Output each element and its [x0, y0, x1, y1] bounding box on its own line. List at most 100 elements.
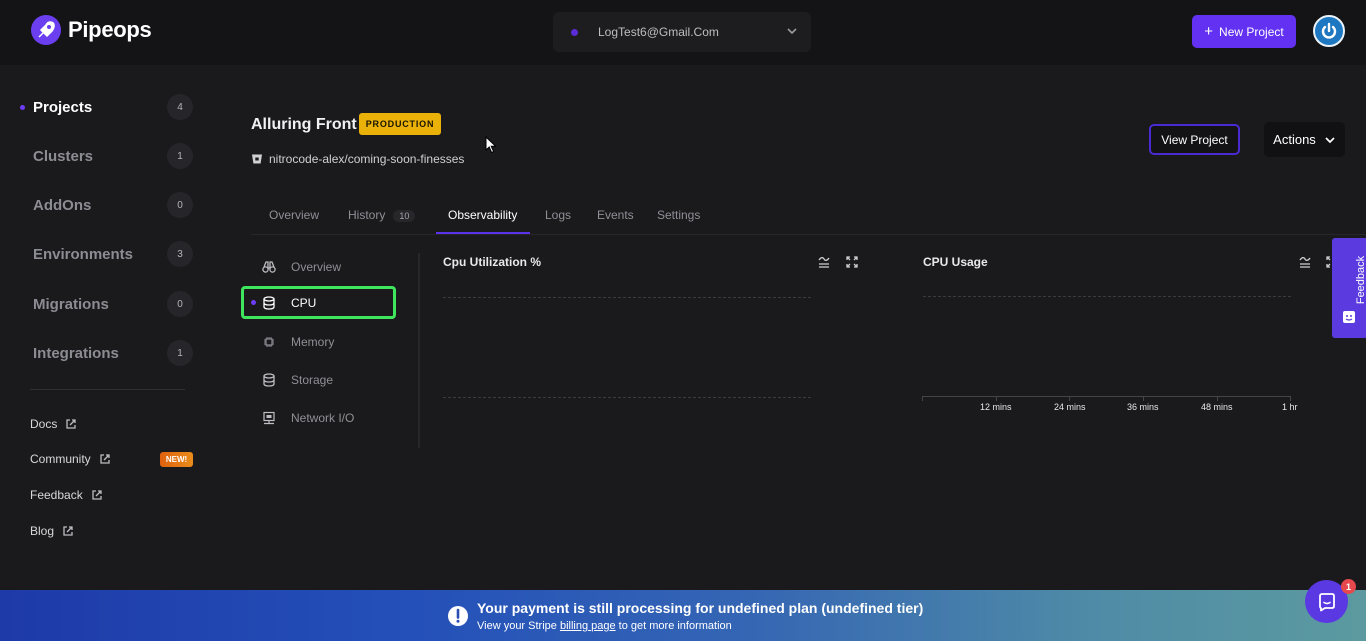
- sidebar-link-community[interactable]: Community: [30, 452, 111, 466]
- tab-logs[interactable]: Logs: [545, 208, 571, 222]
- project-title: Alluring Front: [251, 116, 357, 133]
- repo-name: nitrocode-alex/coming-soon-finesses: [269, 152, 465, 166]
- bitbucket-icon: [252, 154, 262, 164]
- x-axis-tick-label: 36 mins: [1127, 402, 1159, 412]
- banner-title: Your payment is still processing for und…: [477, 600, 924, 616]
- sidebar-item-projects[interactable]: Projects 4: [0, 92, 215, 122]
- obs-item-memory[interactable]: Memory: [241, 325, 396, 358]
- top-bar: Pipeops LogTest6@Gmail.Com + New Project: [0, 0, 1366, 65]
- x-axis-tick-label: 1 hr: [1282, 402, 1298, 412]
- actions-dropdown[interactable]: Actions: [1264, 122, 1345, 157]
- tab-settings[interactable]: Settings: [657, 208, 700, 222]
- new-project-button[interactable]: + New Project: [1192, 15, 1296, 48]
- obs-item-label: Memory: [291, 334, 335, 349]
- sidebar-item-migrations[interactable]: Migrations 0: [0, 289, 215, 319]
- sidebar-item-count: 4: [167, 94, 193, 120]
- tab-observability[interactable]: Observability: [448, 208, 517, 222]
- project-repo[interactable]: nitrocode-alex/coming-soon-finesses: [251, 152, 464, 166]
- sidebar-item-clusters[interactable]: Clusters 1: [0, 141, 215, 171]
- x-axis-tick: [996, 396, 997, 401]
- cpu-usage-chart-title: CPU Usage: [923, 255, 988, 269]
- account-email: LogTest6@Gmail.Com: [598, 25, 719, 39]
- database-icon: [263, 372, 275, 387]
- sidebar-link-label: Community: [30, 452, 91, 466]
- sidebar-item-label: Projects: [33, 98, 93, 116]
- sidebar-item-count: 1: [167, 340, 193, 366]
- external-link-icon: [100, 454, 110, 464]
- fullscreen-icon[interactable]: [1325, 255, 1332, 269]
- sidebar-divider: [30, 389, 185, 390]
- sidebar-item-addons[interactable]: AddOns 0: [0, 190, 215, 220]
- x-axis-tick-label: 12 mins: [980, 402, 1012, 412]
- alert-icon: [448, 606, 468, 626]
- obs-item-label: Network I/O: [291, 410, 355, 425]
- logo[interactable]: Pipeops: [30, 14, 152, 46]
- x-axis-tick: [1069, 396, 1070, 401]
- tab-label: History: [348, 208, 386, 222]
- account-switcher[interactable]: LogTest6@Gmail.Com: [553, 12, 811, 52]
- billing-page-link[interactable]: billing page: [560, 620, 616, 632]
- x-axis: [922, 396, 1291, 397]
- sidebar-item-integrations[interactable]: Integrations 1: [0, 338, 215, 368]
- obs-item-label: Overview: [291, 259, 342, 274]
- chart-gridline: [443, 397, 811, 398]
- obs-item-cpu[interactable]: CPU: [241, 286, 396, 319]
- x-axis-tick: [922, 396, 923, 401]
- external-link-icon: [63, 526, 73, 536]
- sidebar-link-feedback[interactable]: Feedback: [30, 488, 103, 502]
- chart-options-icon[interactable]: [817, 255, 831, 269]
- sidebar-link-label: Blog: [30, 524, 55, 538]
- active-bullet: [251, 300, 256, 305]
- network-icon: [263, 411, 275, 424]
- fullscreen-icon[interactable]: [845, 255, 859, 269]
- sidebar-item-count: 1: [167, 143, 193, 169]
- account-status-dot: [571, 28, 578, 36]
- project-tabs: Overview History 10 Observability Logs Ev…: [251, 200, 1366, 235]
- chart-gridline: [923, 296, 1291, 297]
- mouse-cursor-icon: [485, 136, 497, 154]
- observability-menu: Overview CPU Memory Storage Network I/O: [241, 250, 421, 448]
- tab-overview[interactable]: Overview: [269, 208, 319, 222]
- plus-icon: +: [1204, 23, 1214, 40]
- obs-item-overview[interactable]: Overview: [241, 250, 396, 283]
- obs-item-network[interactable]: Network I/O: [241, 401, 396, 434]
- sidebar-link-docs[interactable]: Docs: [30, 417, 77, 431]
- banner-subtitle: View your Stripe billing page to get mor…: [477, 620, 732, 632]
- x-axis-tick-label: 24 mins: [1054, 402, 1086, 412]
- new-badge: NEW!: [160, 452, 193, 467]
- chat-icon: [1318, 592, 1335, 611]
- tab-history[interactable]: History 10: [348, 208, 416, 222]
- external-link-icon: [92, 490, 102, 500]
- avatar[interactable]: [1313, 15, 1345, 47]
- sidebar-item-label: Integrations: [33, 344, 119, 362]
- chevron-down-icon: [787, 28, 797, 35]
- x-axis-tick: [1217, 396, 1218, 401]
- actions-label: Actions: [1273, 132, 1316, 147]
- sidebar-item-count: 0: [167, 192, 193, 218]
- tab-events[interactable]: Events: [597, 208, 634, 222]
- sidebar-link-blog[interactable]: Blog: [30, 524, 74, 538]
- binoculars-icon: [262, 260, 276, 273]
- feedback-side-tab[interactable]: Feedback: [1332, 238, 1366, 338]
- cpu-utilization-chart-title: Cpu Utilization %: [443, 255, 541, 269]
- sidebar-item-environments[interactable]: Environments 3: [0, 239, 215, 269]
- active-bullet: [20, 104, 25, 110]
- database-icon: [263, 295, 275, 310]
- sidebar-item-label: AddOns: [33, 196, 92, 214]
- sidebar: Projects 4 Clusters 1 AddOns 0 Environme…: [0, 65, 215, 590]
- sidebar-item-label: Migrations: [33, 295, 109, 313]
- observability-divider: [418, 253, 420, 448]
- history-count-badge: 10: [393, 210, 416, 222]
- feedback-tab-label: Feedback: [1355, 255, 1366, 305]
- environment-badge: PRODUCTION: [359, 113, 441, 135]
- sidebar-item-label: Clusters: [33, 147, 94, 165]
- sidebar-item-count: 3: [167, 241, 193, 267]
- view-project-button[interactable]: View Project: [1149, 124, 1240, 155]
- x-axis-tick: [1290, 396, 1291, 401]
- banner-text: to get more information: [618, 620, 732, 632]
- obs-item-label: CPU: [291, 295, 317, 310]
- obs-item-storage[interactable]: Storage: [241, 363, 396, 396]
- chart-options-icon[interactable]: [1298, 255, 1312, 269]
- chart-gridline: [443, 297, 811, 298]
- x-axis-tick-label: 48 mins: [1201, 402, 1233, 412]
